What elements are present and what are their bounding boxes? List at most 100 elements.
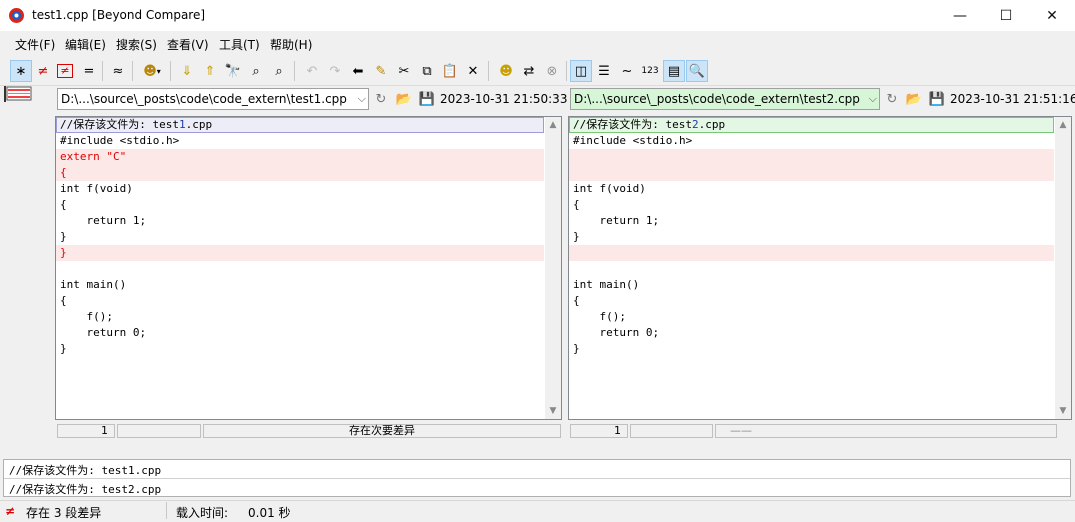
edit-icon[interactable]: ✎ bbox=[370, 60, 392, 82]
code-line[interactable] bbox=[56, 261, 544, 277]
save-left-icon[interactable]: 💾 bbox=[418, 90, 436, 108]
next-difference-icon[interactable]: ⇓ bbox=[176, 60, 198, 82]
code-text: //保存该文件为: test bbox=[60, 118, 179, 131]
left-path-field[interactable]: D:\...\source\_posts\code\code_extern\te… bbox=[57, 88, 369, 110]
left-line-number: 1 bbox=[57, 424, 115, 438]
code-line[interactable]: int f(void) bbox=[569, 181, 1054, 197]
code-line[interactable]: return 1; bbox=[569, 213, 1054, 229]
show-same-icon[interactable]: = bbox=[78, 60, 100, 82]
toolbar-separator bbox=[170, 61, 171, 81]
show-differences-box-icon[interactable]: ≠ bbox=[54, 60, 76, 82]
scroll-down-icon[interactable]: ▼ bbox=[545, 403, 561, 419]
save-right-icon[interactable]: 💾 bbox=[928, 90, 946, 108]
find-icon[interactable]: 🔭 bbox=[222, 60, 244, 82]
code-line[interactable]: #include <stdio.h> bbox=[569, 133, 1054, 149]
code-line[interactable]: int f(void) bbox=[56, 181, 544, 197]
code-line[interactable]: return 0; bbox=[569, 325, 1054, 341]
ignore-whitespace-icon[interactable]: ~ bbox=[616, 60, 638, 82]
rules-icon[interactable]: ☻ ▾ bbox=[138, 60, 166, 82]
menu-view[interactable]: 查看(V) bbox=[167, 36, 209, 53]
open-folder-left-icon[interactable]: 📂 bbox=[395, 90, 413, 108]
undo-icon[interactable]: ↶ bbox=[301, 60, 323, 82]
thumbnail-map-icon[interactable] bbox=[4, 86, 34, 102]
menu-edit[interactable]: 编辑(E) bbox=[65, 36, 106, 53]
code-line[interactable]: { bbox=[56, 197, 544, 213]
swap-sides-icon[interactable]: ⇄ bbox=[518, 60, 540, 82]
show-all-icon[interactable]: ∗ bbox=[10, 60, 32, 82]
compare-line-right: //保存该文件为: test2.cpp bbox=[9, 483, 162, 496]
menu-tools[interactable]: 工具(T) bbox=[219, 36, 260, 53]
right-path-text: D:\...\source\_posts\code\code_extern\te… bbox=[574, 92, 860, 106]
refresh-left-icon[interactable]: ↻ bbox=[372, 90, 390, 108]
session-icon[interactable]: ☻ bbox=[495, 60, 517, 82]
close-button[interactable]: ✕ bbox=[1029, 0, 1075, 31]
code-line[interactable]: int main() bbox=[569, 277, 1054, 293]
code-line[interactable] bbox=[569, 245, 1054, 261]
code-line[interactable]: //保存该文件为: test2.cpp bbox=[569, 117, 1054, 133]
paste-icon[interactable]: 📋 bbox=[439, 60, 461, 82]
stop-icon[interactable]: ⊗ bbox=[541, 60, 563, 82]
context-icon[interactable]: ▤ bbox=[663, 60, 685, 82]
code-line[interactable]: { bbox=[569, 197, 1054, 213]
chevron-down-icon[interactable]: ⌵ bbox=[358, 89, 366, 109]
code-text-diff-char: 1 bbox=[178, 118, 186, 131]
delete-icon[interactable]: ✕ bbox=[462, 60, 484, 82]
code-line[interactable]: } bbox=[56, 245, 544, 261]
code-line[interactable]: return 0; bbox=[56, 325, 544, 341]
menu-help[interactable]: 帮助(H) bbox=[270, 36, 312, 53]
code-line[interactable]: f(); bbox=[569, 309, 1054, 325]
line-numbers-icon[interactable]: 123 bbox=[639, 60, 661, 82]
minor-differences-icon[interactable]: ≈ bbox=[107, 60, 129, 82]
code-line[interactable]: } bbox=[56, 229, 544, 245]
code-line[interactable]: { bbox=[56, 165, 544, 181]
scroll-up-icon[interactable]: ▲ bbox=[545, 117, 561, 133]
code-line[interactable] bbox=[569, 149, 1054, 165]
minimize-button[interactable]: — bbox=[937, 0, 983, 31]
code-line[interactable]: #include <stdio.h> bbox=[56, 133, 544, 149]
code-line[interactable] bbox=[569, 261, 1054, 277]
chevron-down-icon[interactable]: ⌵ bbox=[869, 89, 877, 109]
find-previous-icon[interactable]: ⌕ bbox=[268, 60, 290, 82]
line-compare-panel[interactable]: //保存该文件为: test1.cpp //保存该文件为: test2.cpp bbox=[3, 459, 1071, 497]
left-vertical-scrollbar[interactable]: ▲ ▼ bbox=[545, 117, 561, 419]
code-line[interactable]: int main() bbox=[56, 277, 544, 293]
zoom-icon[interactable]: 🔍 bbox=[686, 60, 708, 82]
open-folder-right-icon[interactable]: 📂 bbox=[905, 90, 923, 108]
menu-file[interactable]: 文件(F) bbox=[15, 36, 55, 53]
code-line[interactable]: extern "C" bbox=[56, 149, 544, 165]
code-line[interactable]: f(); bbox=[56, 309, 544, 325]
left-column-number bbox=[117, 424, 201, 438]
right-vertical-scrollbar[interactable]: ▲ ▼ bbox=[1055, 117, 1071, 419]
left-editor-pane[interactable]: ▲ ▼ //保存该文件为: test1.cpp #include <stdio.h… bbox=[55, 116, 562, 420]
code-line[interactable]: } bbox=[569, 341, 1054, 357]
code-line[interactable] bbox=[569, 165, 1054, 181]
find-next-icon[interactable]: ⌕ bbox=[245, 60, 267, 82]
copy-to-other-side-icon[interactable]: ⬅ bbox=[347, 60, 369, 82]
code-line[interactable]: } bbox=[569, 229, 1054, 245]
refresh-right-icon[interactable]: ↻ bbox=[883, 90, 901, 108]
right-timestamp: 2023-10-31 21:51:16 bbox=[950, 92, 1075, 106]
code-line[interactable]: } bbox=[56, 341, 544, 357]
code-line[interactable]: { bbox=[56, 293, 544, 309]
toolbar-separator bbox=[132, 61, 133, 81]
code-line[interactable]: return 1; bbox=[56, 213, 544, 229]
scroll-down-icon[interactable]: ▼ bbox=[1055, 403, 1071, 419]
compare-divider bbox=[4, 478, 1070, 479]
right-editor-pane[interactable]: ▲ ▼ //保存该文件为: test2.cpp #include <stdio.h… bbox=[568, 116, 1072, 420]
maximize-button[interactable]: ☐ bbox=[983, 0, 1029, 31]
compare-line-left: //保存该文件为: test1.cpp bbox=[9, 464, 162, 477]
side-by-side-layout-icon[interactable]: ◫ bbox=[570, 60, 592, 82]
redo-icon[interactable]: ↷ bbox=[324, 60, 346, 82]
thumbnail-pane[interactable] bbox=[0, 86, 52, 452]
previous-difference-icon[interactable]: ⇑ bbox=[199, 60, 221, 82]
menu-search[interactable]: 搜索(S) bbox=[116, 36, 157, 53]
scroll-up-icon[interactable]: ▲ bbox=[1055, 117, 1071, 133]
code-line[interactable]: //保存该文件为: test1.cpp bbox=[56, 117, 544, 133]
toolbar-separator bbox=[566, 61, 567, 81]
copy-icon[interactable]: ⧉ bbox=[416, 60, 438, 82]
show-differences-icon[interactable]: ≠ bbox=[32, 60, 54, 82]
cut-icon[interactable]: ✂ bbox=[393, 60, 415, 82]
over-under-layout-icon[interactable]: ☰ bbox=[593, 60, 615, 82]
code-line[interactable]: { bbox=[569, 293, 1054, 309]
right-path-field[interactable]: D:\...\source\_posts\code\code_extern\te… bbox=[570, 88, 880, 110]
